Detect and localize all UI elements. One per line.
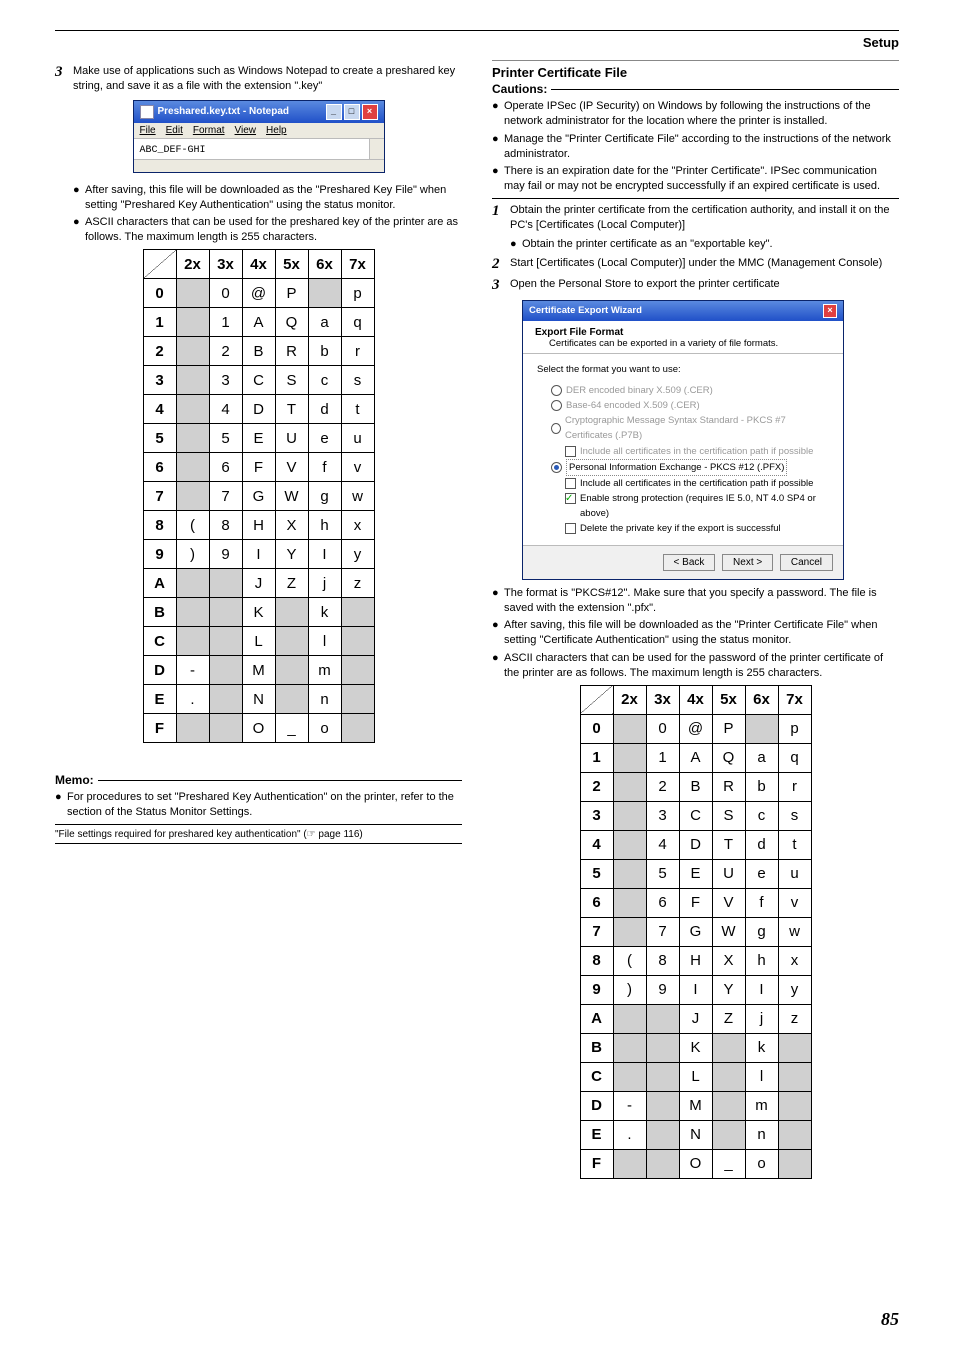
check-pfx-strong[interactable]: Enable strong protection (requires IE 5.… <box>565 491 833 521</box>
memo-link: "File settings required for preshared ke… <box>55 824 462 844</box>
wizard-title: Certificate Export Wizard <box>529 305 642 316</box>
radio-base64[interactable]: Base-64 encoded X.509 (.CER) <box>551 398 833 413</box>
bullet-text: ASCII characters that can be used for th… <box>85 215 462 245</box>
memo-heading: Memo: <box>55 773 462 787</box>
section-title: Printer Certificate File <box>492 65 899 80</box>
caution-text: Operate IPSec (IP Security) on Windows b… <box>504 99 899 129</box>
step-number: 2 <box>492 256 510 273</box>
step-number: 3 <box>492 277 510 294</box>
step-text: Open the Personal Store to export the pr… <box>510 277 899 292</box>
radio-pkcs7[interactable]: Cryptographic Message Syntax Standard - … <box>551 413 833 443</box>
notepad-title: Preshared.key.txt - Notepad <box>158 106 290 117</box>
bullet-text: After saving, this file will be download… <box>504 618 899 648</box>
radio-der[interactable]: DER encoded binary X.509 (.CER) <box>551 383 833 398</box>
bullet-text: The format is "PKCS#12". Make sure that … <box>504 586 899 616</box>
radio-pkcs12[interactable]: Personal Information Exchange - PKCS #12… <box>551 459 833 476</box>
cautions-heading: Cautions: <box>492 82 899 96</box>
step-number: 3 <box>55 64 73 81</box>
wizard-head-bold: Export File Format <box>535 327 623 338</box>
check-pfx-include[interactable]: Include all certificates in the certific… <box>565 476 833 491</box>
ascii-table-right: 2x3x4x5x6x7x00@Pp11AQaq22BRbr33CScs44DTd… <box>580 685 812 1179</box>
wizard-head-text: Certificates can be exported in a variet… <box>549 338 778 349</box>
caution-text: There is an expiration date for the "Pri… <box>504 164 899 194</box>
step-text: Obtain the printer certificate from the … <box>510 203 899 233</box>
memo-bullet: For procedures to set "Preshared Key Aut… <box>67 790 462 820</box>
cancel-button[interactable]: Cancel <box>780 554 833 571</box>
bullet-text: After saving, this file will be download… <box>85 183 462 213</box>
maximize-button[interactable]: □ <box>344 104 360 120</box>
page-number: 85 <box>881 1309 899 1330</box>
check-pfx-delete[interactable]: Delete the private key if the export is … <box>565 521 833 536</box>
bullet-text: Obtain the printer certificate as an "ex… <box>522 237 773 252</box>
notepad-figure: Preshared.key.txt - Notepad _ □ × File E… <box>133 100 385 173</box>
cert-wizard-figure: Certificate Export Wizard × Export File … <box>522 300 844 580</box>
close-button[interactable]: × <box>823 304 837 318</box>
back-button[interactable]: < Back <box>663 554 716 571</box>
section-header: Setup <box>55 35 899 50</box>
bullet-text: ASCII characters that can be used for th… <box>504 651 899 681</box>
next-button[interactable]: Next > <box>722 554 773 571</box>
ascii-table-left: 2x3x4x5x6x7x00@Pp11AQaq22BRbr33CScs44DTd… <box>143 249 375 743</box>
notepad-icon <box>140 105 154 119</box>
minimize-button[interactable]: _ <box>326 104 342 120</box>
check-p7b-include[interactable]: Include all certificates in the certific… <box>565 444 833 459</box>
caution-text: Manage the "Printer Certificate File" ac… <box>504 132 899 162</box>
step-number: 1 <box>492 203 510 220</box>
notepad-menu[interactable]: File Edit Format View Help <box>134 123 384 138</box>
notepad-content: ABC_DEF-GHI <box>140 145 206 156</box>
wizard-prompt: Select the format you want to use: <box>537 362 833 377</box>
step-text: Start [Certificates (Local Computer)] un… <box>510 256 899 271</box>
close-button[interactable]: × <box>362 104 378 120</box>
step-text: Make use of applications such as Windows… <box>73 64 462 94</box>
